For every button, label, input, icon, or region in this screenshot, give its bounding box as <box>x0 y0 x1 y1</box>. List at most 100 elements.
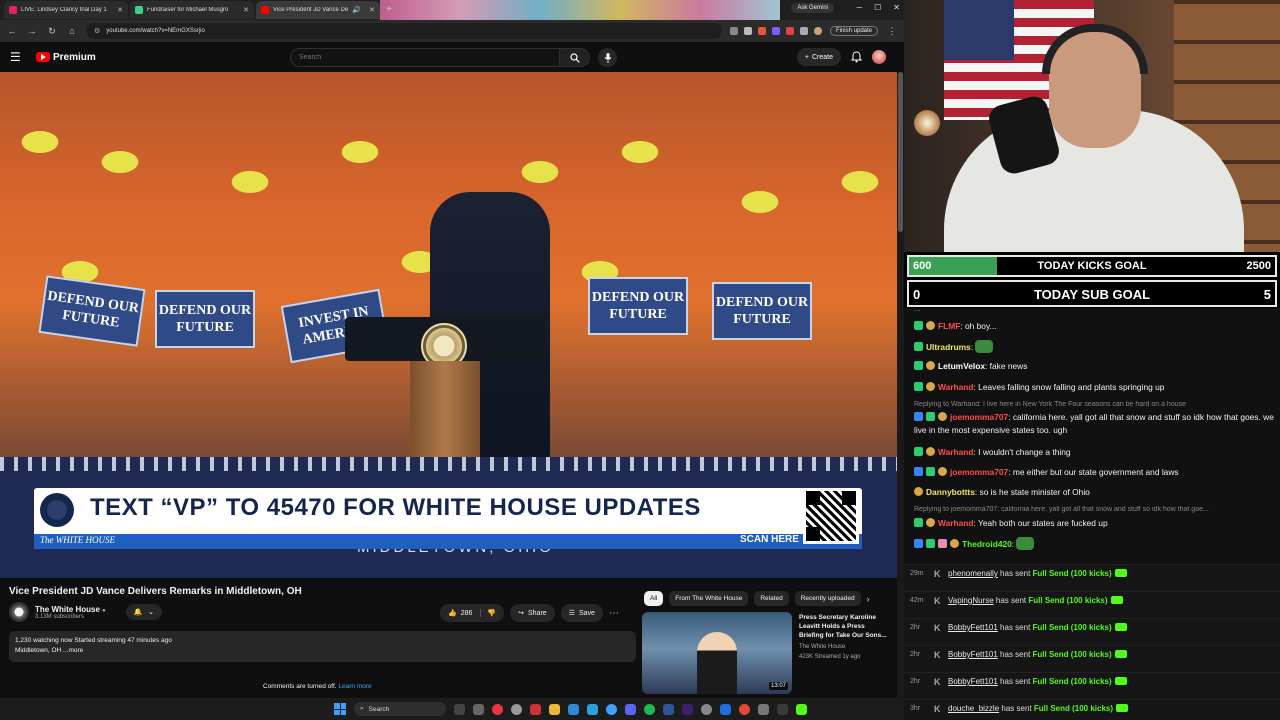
browser-tab-3-active[interactable]: Vice President JD Vance De 🔊 ✕ <box>256 1 380 19</box>
minimize-icon[interactable]: ─ <box>856 3 862 12</box>
close-icon[interactable]: ✕ <box>117 6 123 14</box>
home-icon[interactable]: ⌂ <box>66 26 78 36</box>
notifications-bell-icon[interactable] <box>851 51 862 63</box>
finish-update-button[interactable]: Finish update <box>829 26 878 36</box>
close-window-icon[interactable]: ✕ <box>893 3 900 12</box>
file-explorer-icon[interactable] <box>549 703 560 715</box>
pepe-emote-icon <box>1016 537 1035 550</box>
forward-arrow-icon[interactable]: → <box>26 26 38 36</box>
speaker-icon[interactable]: 🔊 <box>352 6 361 14</box>
recommended-thumbnail[interactable]: 13:07 <box>642 612 792 694</box>
chat-username[interactable]: joemomma707 <box>950 467 1008 477</box>
sub-goal-target: 5 <box>1263 287 1271 302</box>
profile-avatar[interactable] <box>813 27 822 35</box>
install-icon[interactable] <box>729 27 738 35</box>
extension-icon[interactable] <box>771 27 780 35</box>
ask-gemini-button[interactable]: Ask Gemini <box>791 3 834 13</box>
extension-icon[interactable] <box>785 27 794 35</box>
chip-recently-uploaded[interactable]: Recently uploaded <box>794 591 861 606</box>
store-icon[interactable] <box>568 703 579 715</box>
edge-icon[interactable] <box>606 703 617 715</box>
app-icon[interactable] <box>739 703 750 715</box>
windows-start-icon[interactable] <box>334 703 346 715</box>
account-avatar[interactable] <box>872 50 886 64</box>
new-tab-button[interactable]: + <box>382 3 396 17</box>
save-button[interactable]: ☰ Save <box>560 604 603 622</box>
vscode-icon[interactable] <box>663 703 674 715</box>
back-arrow-icon[interactable]: ← <box>6 26 18 36</box>
menu-dots-icon[interactable]: ⋮ <box>886 26 898 37</box>
description-box[interactable]: 1,230 watching now Started streaming 47 … <box>9 631 636 662</box>
money-icon <box>1116 704 1129 712</box>
event-username[interactable]: BobbyFett101 <box>948 623 998 632</box>
more-actions-icon[interactable]: ⋯ <box>609 608 619 619</box>
video-player[interactable]: DEFEND OUR FUTURE DEFEND OUR FUTURE INVE… <box>0 72 897 578</box>
scrollbar-thumb[interactable] <box>898 72 903 232</box>
event-username[interactable]: douche_bizzle <box>948 704 999 713</box>
channel-avatar[interactable] <box>9 602 29 622</box>
app-icon[interactable] <box>777 703 788 715</box>
premiere-icon[interactable] <box>682 703 693 715</box>
extension-icon[interactable] <box>757 27 766 35</box>
event-username[interactable]: VapingNurse <box>948 596 994 605</box>
create-button[interactable]: + Create <box>796 48 841 66</box>
learn-more-link[interactable]: Learn more <box>338 683 371 690</box>
recommended-channel[interactable]: The White House <box>799 644 845 650</box>
event-username[interactable]: phenomenally <box>948 569 998 578</box>
chat-reply-context: Replying to joemomma707: california here… <box>914 506 1209 513</box>
like-button[interactable]: 👍 286 👎 <box>440 604 505 622</box>
recommended-title[interactable]: Press Secretary Karoline Leavitt Holds a… <box>799 613 891 640</box>
hamburger-menu-icon[interactable]: ☰ <box>10 50 26 64</box>
recommended-video[interactable]: 13:07 Press Secretary Karoline Leavitt H… <box>642 612 892 694</box>
search-input[interactable] <box>290 48 560 67</box>
close-icon[interactable]: ✕ <box>243 6 249 14</box>
close-icon[interactable]: ✕ <box>369 6 375 14</box>
puzzle-icon[interactable] <box>799 27 808 35</box>
recommended-meta: 423K Streamed 1y ago <box>799 654 861 660</box>
chat-username[interactable]: Dannybottts <box>926 487 975 497</box>
voice-search-button[interactable] <box>598 48 617 67</box>
channel-name[interactable]: The White House ● <box>35 605 106 614</box>
star-icon[interactable] <box>743 27 752 35</box>
reload-icon[interactable]: ↻ <box>46 26 58 37</box>
task-view-icon[interactable] <box>454 703 465 715</box>
chat-username[interactable]: Warhand <box>938 447 974 457</box>
event-username[interactable]: BobbyFett101 <box>948 677 998 686</box>
chat-username[interactable]: Ultradrums <box>926 342 971 352</box>
subscribed-bell-button[interactable]: 🔔 ⌄ <box>125 604 162 620</box>
thumbs-down-icon[interactable]: 👎 <box>480 609 496 617</box>
telegram-icon[interactable] <box>587 703 598 715</box>
browser-tab-1[interactable]: LIVE: Lindsey Clancy trial Day 1 ✕ <box>4 1 128 19</box>
share-button[interactable]: ↪ Share <box>510 604 555 622</box>
site-info-icon[interactable]: ⚙ <box>94 27 100 35</box>
chip-related[interactable]: Related <box>754 591 789 606</box>
chat-username[interactable]: Warhand <box>938 518 974 528</box>
spotify-icon[interactable] <box>644 703 655 715</box>
kick-icon[interactable] <box>796 703 807 715</box>
youtube-logo[interactable]: Premium <box>36 52 96 63</box>
obs-icon[interactable] <box>530 703 541 715</box>
chat-username[interactable]: joemomma707 <box>950 412 1008 422</box>
taskbar-search[interactable]: ⌕ Search <box>354 702 446 716</box>
discord-icon[interactable] <box>625 703 636 715</box>
app-icon[interactable] <box>511 703 522 715</box>
chrome-icon[interactable] <box>492 703 503 715</box>
page-scrollbar[interactable] <box>897 72 904 698</box>
app-icon[interactable] <box>701 703 712 715</box>
event-username[interactable]: BobbyFett101 <box>948 650 998 659</box>
file-icon[interactable] <box>473 703 484 715</box>
chevron-right-icon[interactable]: › <box>867 594 870 604</box>
browser-tab-2[interactable]: Fundraiser for Michael Musgro ✕ <box>130 1 254 19</box>
chip-all[interactable]: All <box>644 591 664 606</box>
chip-from-channel[interactable]: From The White House <box>669 591 749 606</box>
app-icon[interactable] <box>720 703 731 715</box>
chat-username[interactable]: FLMF <box>938 321 960 331</box>
chat-username[interactable]: Warhand <box>938 382 974 392</box>
maximize-icon[interactable]: ☐ <box>874 3 881 12</box>
tab-title: LIVE: Lindsey Clancy trial Day 1 <box>21 7 107 13</box>
url-field[interactable]: ⚙ youtube.com/watch?v=NEmGXSsrjio <box>86 23 722 39</box>
chat-username[interactable]: LetumVelox <box>938 361 985 371</box>
chat-username[interactable]: Thedroid420 <box>962 539 1012 549</box>
search-button[interactable] <box>560 48 590 67</box>
app-icon[interactable] <box>758 703 769 715</box>
